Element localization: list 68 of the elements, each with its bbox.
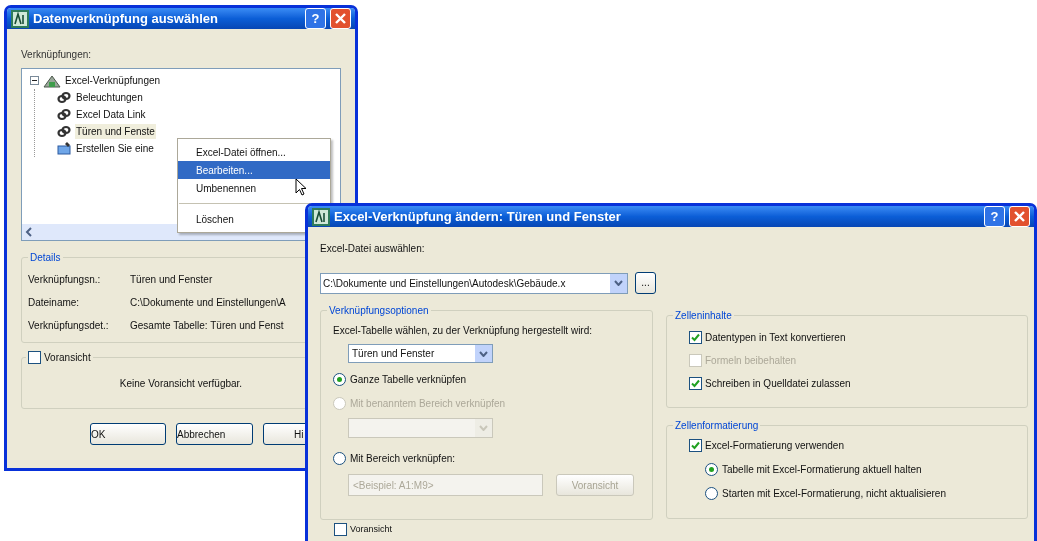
radio-label: Mit Bereich verknüpfen: — [350, 452, 456, 466]
window-title: Excel-Verknüpfung ändern: Türen und Fenster — [334, 207, 622, 226]
field-label: Excel-Tabelle wählen, zu der Verknüpfung hergestellt wird: — [333, 324, 594, 338]
chevron-down-icon — [479, 350, 488, 357]
menu-item[interactable]: Bearbeiten... — [178, 161, 330, 179]
collapse-icon[interactable] — [30, 76, 39, 85]
tree-item[interactable]: Excel Data Link — [75, 107, 147, 122]
checkbox-label: Voransicht — [44, 351, 91, 365]
radio-label: Mit benanntem Bereich verknüpfen — [350, 397, 506, 411]
field-label: Verknüpfungen: — [21, 48, 93, 62]
app-icon — [11, 9, 29, 28]
chain-link-icon — [57, 125, 71, 138]
help-button[interactable]: ? — [305, 8, 326, 29]
check-icon — [691, 441, 700, 450]
radio-button[interactable] — [333, 373, 346, 386]
checkbox-label: Schreiben in Quelldatei zulassen — [705, 377, 851, 391]
browse-button[interactable]: ... — [635, 272, 656, 294]
checkbox[interactable] — [689, 439, 702, 452]
radio-button[interactable] — [705, 487, 718, 500]
file-combobox[interactable]: C:\Dokumente und Einstellungen\Autodesk\Gebäude.x — [320, 272, 628, 294]
close-button[interactable] — [330, 8, 351, 29]
chain-link-icon — [57, 108, 71, 121]
radio-button[interactable] — [333, 452, 346, 465]
tree-item[interactable]: Erstellen Sie eine — [75, 141, 155, 156]
checkbox-label: Formeln beibehalten — [705, 354, 797, 368]
chevron-down-icon — [614, 280, 623, 286]
checkbox-label: Voransicht — [350, 524, 393, 535]
close-icon — [335, 13, 346, 24]
check-icon — [691, 379, 700, 388]
detail-value: C:\Dokumente und Einstellungen\A — [130, 296, 286, 310]
checkbox[interactable] — [28, 351, 41, 364]
combobox-value: C:\Dokumente und Einstellungen\Autodesk\Gebäude.x — [322, 276, 567, 291]
tree-item[interactable]: Türen und Fenste — [75, 124, 156, 139]
radio-button[interactable] — [705, 463, 718, 476]
checkbox[interactable] — [689, 331, 702, 344]
tree-item[interactable]: Beleuchtungen — [75, 90, 144, 105]
close-button[interactable] — [1009, 206, 1030, 227]
window-title: Datenverknüpfung auswählen — [33, 9, 219, 28]
field-label: Excel-Datei auswählen: — [320, 242, 426, 256]
group-title: Zellenformatierung — [673, 418, 761, 433]
chain-link-icon — [57, 91, 71, 104]
detail-label: Verknüpfungsn.: — [27, 273, 102, 287]
dialog-button[interactable]: Abbrechen — [176, 423, 253, 445]
radio-label: Ganze Tabelle verknüpfen — [350, 373, 466, 387]
check-icon — [691, 333, 700, 342]
tree-item[interactable]: Excel-Verknüpfungen — [65, 73, 161, 88]
detail-value: Gesamte Tabelle: Türen und Fenst — [130, 319, 284, 333]
close-icon — [1014, 211, 1025, 222]
group-title: Verknüpfungsoptionen — [327, 303, 431, 318]
menu-item[interactable]: Excel-Datei öffnen... — [178, 143, 330, 161]
dropdown-value: Türen und Fenster — [351, 347, 436, 361]
menu-item[interactable]: Umbenennen — [178, 179, 330, 197]
chevron-down-icon — [479, 425, 488, 431]
cursor-icon — [295, 178, 307, 196]
checkbox[interactable] — [334, 523, 347, 536]
preview-message: Keine Voransicht verfügbar. — [119, 376, 243, 391]
checkbox-label: Datentypen in Text konvertieren — [705, 331, 846, 345]
radio-label: Tabelle mit Excel-Formatierung aktuell halten — [722, 463, 922, 477]
detail-value: Türen und Fenster — [130, 273, 213, 287]
detail-label: Verknüpfungsdet.: — [27, 319, 110, 333]
sheet-dropdown[interactable]: Türen und Fenster — [348, 344, 493, 363]
app-icon — [312, 207, 330, 226]
radio-label: Starten mit Excel-Formatierung, nicht aktualisieren — [722, 487, 946, 501]
checkbox-label: Excel-Formatierung verwenden — [705, 439, 844, 453]
detail-label: Dateiname: — [27, 296, 81, 310]
checkbox[interactable] — [689, 377, 702, 390]
dialog-button[interactable]: OK — [90, 423, 166, 445]
help-button[interactable]: ? — [984, 206, 1005, 227]
